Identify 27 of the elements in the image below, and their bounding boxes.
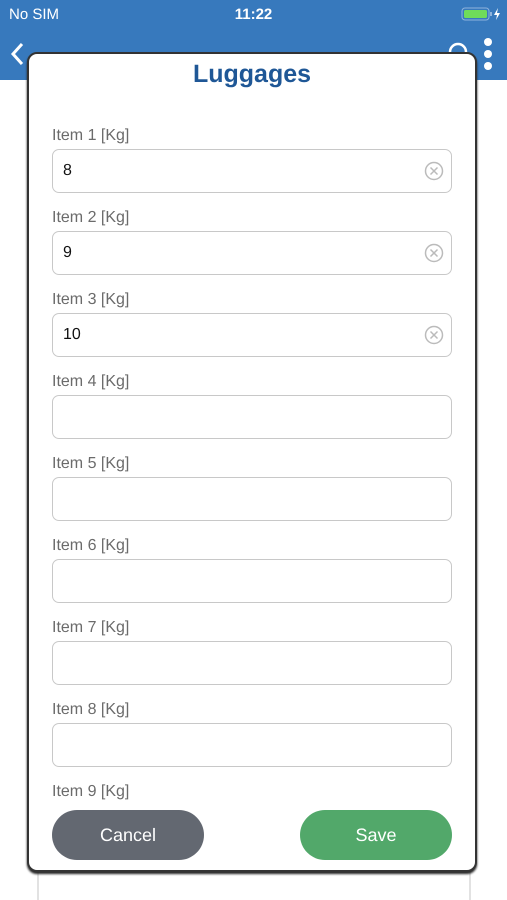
dialog-title: Luggages [192, 59, 312, 90]
weight-field[interactable] [52, 559, 452, 603]
field-label: Item 9 [Kg] [52, 782, 130, 802]
field-label: Item 3 [Kg] [52, 290, 130, 310]
cancel-button[interactable]: Cancel [52, 810, 204, 860]
field-label: Item 7 [Kg] [52, 618, 130, 638]
more-icon[interactable] [483, 37, 493, 71]
weight-field[interactable] [52, 477, 452, 521]
clear-icon[interactable] [424, 325, 444, 345]
field-label: Item 6 [Kg] [52, 536, 130, 556]
battery-icon [461, 7, 501, 21]
weight-field[interactable] [52, 641, 452, 685]
carrier-text: No SIM [9, 6, 60, 22]
clear-icon[interactable] [424, 243, 444, 263]
field-label: Item 8 [Kg] [52, 700, 130, 720]
back-chevron-icon[interactable] [10, 42, 24, 66]
weight-field[interactable] [52, 723, 452, 767]
weight-field[interactable]: 10 [52, 313, 452, 357]
weight-field[interactable] [52, 395, 452, 439]
weight-field[interactable]: 8 [52, 149, 452, 193]
time-text: 11:22 [234, 6, 274, 22]
weight-field[interactable]: 9 [52, 231, 452, 275]
field-label: Item 1 [Kg] [52, 126, 130, 146]
field-label: Item 4 [Kg] [52, 372, 130, 392]
clear-icon[interactable] [424, 161, 444, 181]
field-label: Item 2 [Kg] [52, 208, 130, 228]
field-label: Item 5 [Kg] [52, 454, 130, 474]
